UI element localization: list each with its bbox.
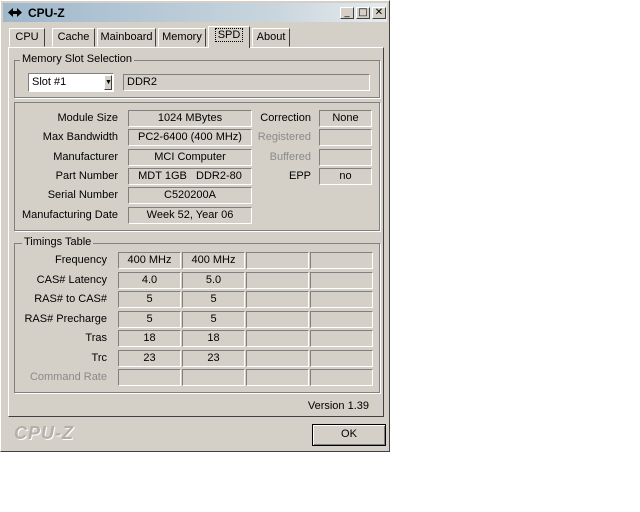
max-bandwidth-label: Max Bandwidth [42,131,118,143]
timing-cell [246,291,309,308]
title-bar[interactable]: CPU-Z _ □ ✕ [3,3,387,22]
memory-slot-group-label: Memory Slot Selection [20,53,135,65]
timing-cell [246,272,309,289]
ok-button[interactable]: OK [312,424,386,446]
maximize-button[interactable]: □ [356,7,370,19]
timing-label: Frequency [55,254,107,266]
serial-number-label: Serial Number [47,189,118,201]
timing-cell [310,350,373,367]
chevron-down-icon[interactable]: ▼ [104,75,112,90]
epp-label: EPP [288,170,311,182]
timing-cell [118,369,181,386]
tab-spd[interactable]: SPD [208,26,250,48]
cpuz-logo: CPU-Z [14,423,74,443]
module-size-value: 1024 MBytes [128,110,252,127]
epp-value: no [319,168,372,185]
timing-label: RAS# to CAS# [34,293,107,305]
tab-cache[interactable]: Cache [52,28,95,47]
tab-about[interactable]: About [252,28,290,47]
part-number-value: MDT 1GB DDR2-80 [128,168,252,185]
timing-cell: 4.0 [118,272,181,289]
slot-select[interactable]: Slot #1 ▼ [28,73,114,92]
timing-cell: 5 [118,311,181,328]
cpuz-window: CPU-Z _ □ ✕ CPU Cache Mainboard Memory S… [0,0,390,452]
module-size-label: Module Size [57,112,118,124]
timing-cell [246,350,309,367]
correction-value: None [319,110,372,127]
timings-group-label: Timings Table [22,236,94,248]
cpuz-app-icon [8,8,22,17]
timing-label: Trc [91,352,107,364]
timing-cell [310,369,373,386]
timing-cell [246,369,309,386]
timing-label: Command Rate [29,371,107,383]
timing-cell [310,272,373,289]
tab-memory[interactable]: Memory [158,28,206,47]
manufacturing-date-label: Manufacturing Date [22,209,118,221]
timing-cell [310,330,373,347]
timing-cell [246,330,309,347]
minimize-button[interactable]: _ [340,7,354,19]
timing-cell: 23 [118,350,181,367]
close-button[interactable]: ✕ [372,7,386,19]
timing-cell [246,311,309,328]
timing-cell [182,369,245,386]
registered-value [319,129,372,146]
correction-label: Correction [260,112,311,124]
manufacturer-value: MCI Computer [128,149,252,166]
version-label: Version 1.39 [307,400,369,412]
timing-cell [310,291,373,308]
window-title: CPU-Z [28,6,65,20]
manufacturing-date-value: Week 52, Year 06 [128,207,252,224]
timing-cell: 5.0 [182,272,245,289]
timing-cell: 5 [118,291,181,308]
timing-cell: 23 [182,350,245,367]
timing-cell [310,252,373,269]
serial-number-value: C520200A [128,187,252,204]
timing-cell [310,311,373,328]
buffered-label: Buffered [269,151,311,163]
timing-cell: 5 [182,311,245,328]
timing-label: CAS# Latency [36,274,107,286]
timing-cell: 18 [182,330,245,347]
timing-cell: 5 [182,291,245,308]
max-bandwidth-value: PC2-6400 (400 MHz) [128,129,252,146]
timing-cell: 18 [118,330,181,347]
memory-type-field: DDR2 [123,74,370,91]
timing-cell [246,252,309,269]
manufacturer-label: Manufacturer [53,151,118,163]
timing-cell: 400 MHz [118,252,181,269]
timing-label: RAS# Precharge [24,313,107,325]
tab-mainboard[interactable]: Mainboard [97,28,156,47]
part-number-label: Part Number [55,170,118,182]
registered-label: Registered [257,131,311,143]
slot-select-value: Slot #1 [32,76,67,88]
tab-cpu[interactable]: CPU [9,28,45,47]
timing-cell: 400 MHz [182,252,245,269]
timing-label: Tras [85,332,107,344]
buffered-value [319,149,372,166]
